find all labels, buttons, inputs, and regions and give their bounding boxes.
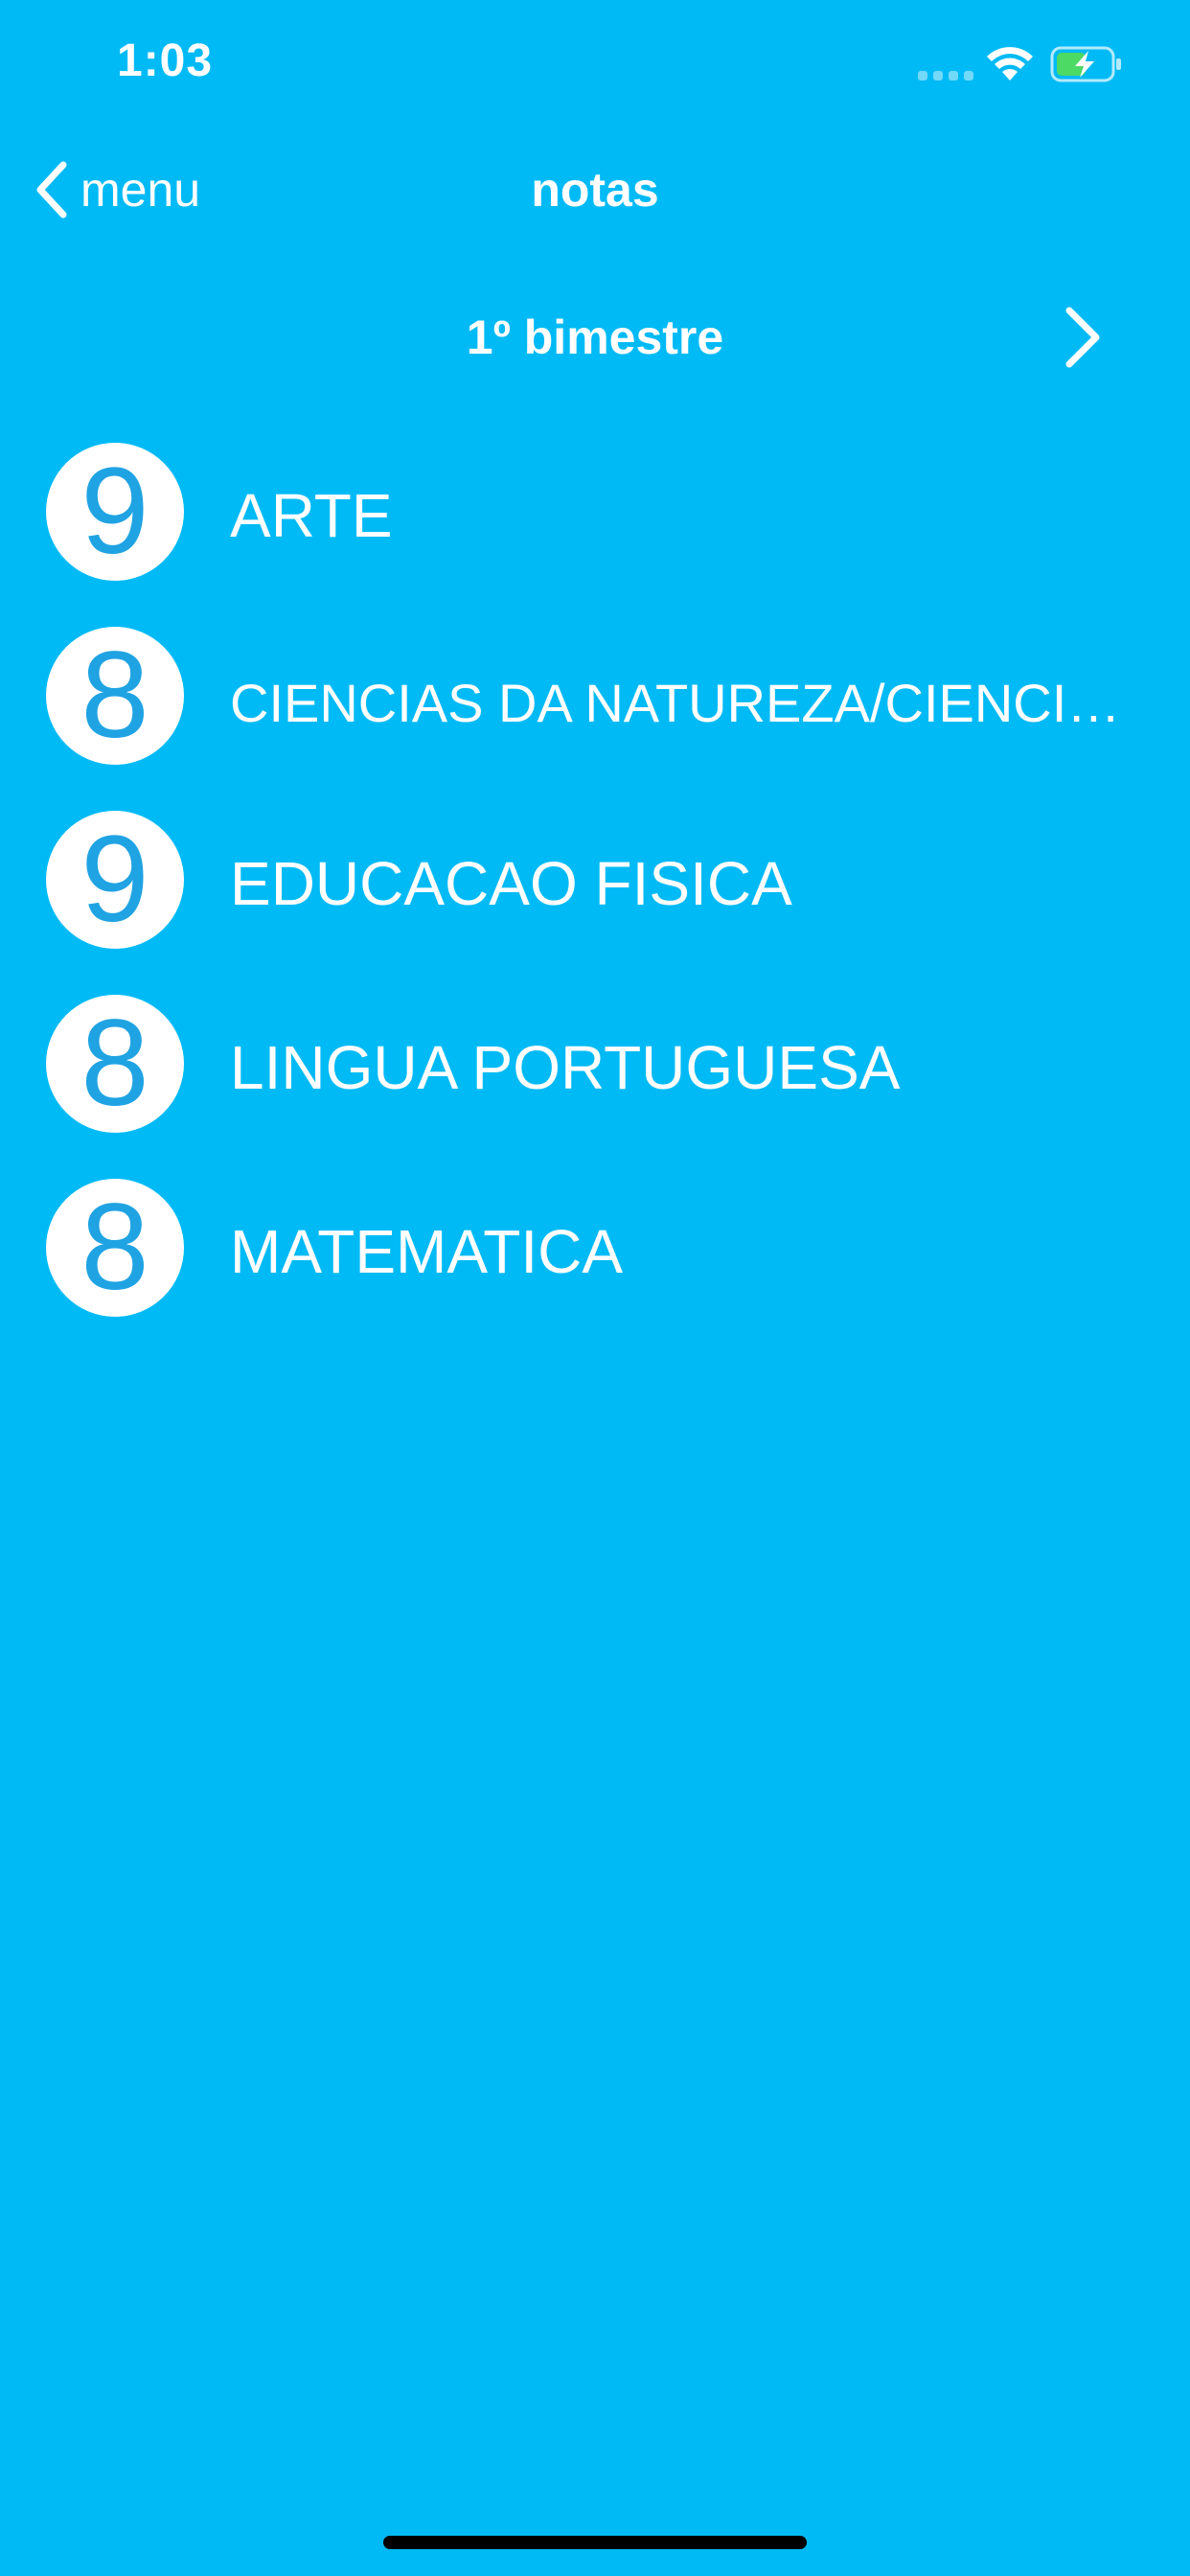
- subject-name: CIENCIAS DA NATUREZA/CIENCIAS: [230, 673, 1121, 733]
- chevron-right-icon[interactable]: [1054, 303, 1111, 372]
- status-time: 1:03: [117, 35, 214, 86]
- navigation-bar: menu notas: [0, 126, 1190, 253]
- grades-list: 9 ARTE 8 CIENCIAS DA NATUREZA/CIENCIAS 9…: [0, 437, 1190, 1357]
- battery-charging-icon: [1050, 46, 1121, 82]
- list-item[interactable]: 8 LINGUA PORTUGUESA: [0, 989, 1190, 1173]
- cellular-signal-icon: [918, 71, 973, 80]
- grade-badge: 9: [46, 811, 184, 949]
- list-item[interactable]: 8 MATEMATICA: [0, 1173, 1190, 1357]
- period-label: 1º bimestre: [466, 310, 724, 364]
- list-item[interactable]: 9 EDUCACAO FISICA: [0, 805, 1190, 989]
- subject-name: LINGUA PORTUGUESA: [230, 1033, 901, 1102]
- status-bar: 1:03: [0, 0, 1190, 126]
- grade-badge: 9: [46, 443, 184, 581]
- wifi-icon: [987, 47, 1033, 80]
- subject-name: MATEMATICA: [230, 1217, 624, 1286]
- grade-badge: 8: [46, 1179, 184, 1317]
- home-indicator: [383, 2536, 807, 2549]
- grade-badge: 8: [46, 995, 184, 1133]
- subject-name: ARTE: [230, 481, 393, 550]
- page-title: notas: [531, 163, 659, 217]
- grade-badge: 8: [46, 627, 184, 765]
- period-selector: 1º bimestre: [0, 288, 1190, 387]
- list-item[interactable]: 9 ARTE: [0, 437, 1190, 621]
- subject-name: EDUCACAO FISICA: [230, 849, 792, 918]
- list-item[interactable]: 8 CIENCIAS DA NATUREZA/CIENCIAS: [0, 621, 1190, 805]
